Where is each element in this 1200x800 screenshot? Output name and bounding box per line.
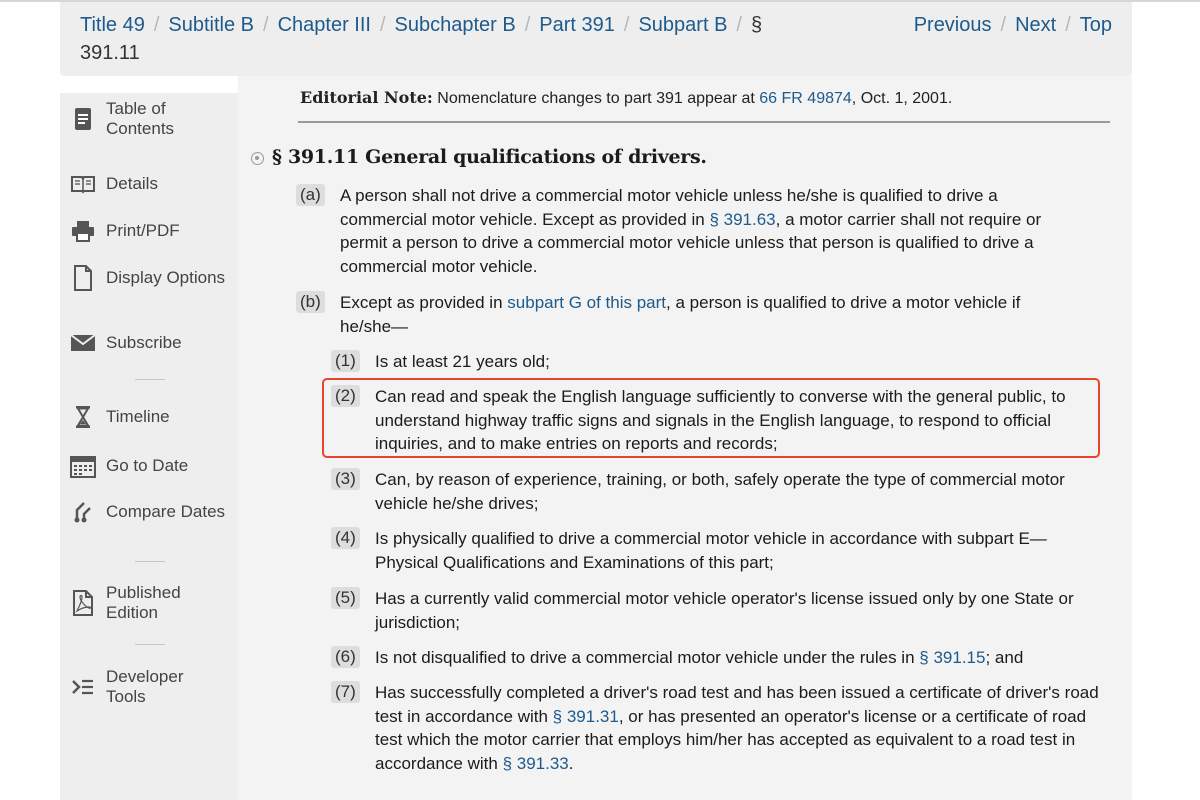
section-title: § 391.11 General qualifications of drive… xyxy=(272,146,707,168)
sidebar-item-display-options[interactable]: Display Options xyxy=(70,265,226,291)
breadcrumb-separator: / xyxy=(736,14,742,36)
section-navigation: Previous / Next / Top xyxy=(914,11,1112,39)
pdf-file-icon xyxy=(70,590,96,616)
table-of-contents-icon xyxy=(70,106,96,132)
list-item: (3) Can, by reason of experience, traini… xyxy=(331,468,1081,515)
editorial-note-tail: , Oct. 1, 2001. xyxy=(851,90,953,107)
paragraph-number: (3) xyxy=(331,468,360,490)
paragraph-text: Is at least 21 years old; xyxy=(375,352,550,371)
previous-link[interactable]: Previous xyxy=(914,14,992,36)
printer-icon xyxy=(70,218,96,244)
sidebar-item-print-pdf[interactable]: Print/PDF xyxy=(70,218,226,244)
document-icon xyxy=(70,265,96,291)
paragraph-text: A person shall not drive a commercial mo… xyxy=(296,184,1076,278)
paragraph-text: Except as provided in subpart G of this … xyxy=(296,291,1076,338)
sidebar-item-label: Display Options xyxy=(106,268,226,287)
editorial-note: Editorial Note: Nomenclature changes to … xyxy=(300,88,1100,108)
sidebar-divider xyxy=(135,379,165,380)
breadcrumb-bar: Title 49 / Subtitle B / Chapter III / Subchapt… xyxy=(60,2,1132,76)
sidebar-item-label: Details xyxy=(106,174,158,193)
paragraph-text-post: ; and xyxy=(985,648,1024,667)
book-open-icon xyxy=(70,171,96,197)
breadcrumb-separator: / xyxy=(623,14,630,36)
breadcrumb-current: 391.11 xyxy=(80,42,140,64)
list-item: (7) Has successfully completed a driver'… xyxy=(331,681,1101,775)
sidebar-item-published-edition[interactable]: Published Edition xyxy=(70,583,226,623)
sidebar-item-label: Developer Tools xyxy=(106,667,184,706)
paragraph-text: Is not disqualified to drive a commercia… xyxy=(331,646,1091,670)
hourglass-icon xyxy=(70,404,96,430)
list-item: (5) Has a currently valid commercial mot… xyxy=(331,587,1081,634)
next-link[interactable]: Next xyxy=(1015,14,1056,36)
sidebar-item-timeline[interactable]: Timeline xyxy=(70,404,226,430)
sidebar-item-details[interactable]: Details xyxy=(70,171,226,197)
sidebar-item-label: Subscribe xyxy=(106,333,182,352)
list-item: (6) Is not disqualified to drive a comme… xyxy=(331,646,1091,670)
sidebar-item-label: Table of Contents xyxy=(106,99,175,138)
sidebar-item-label: Published Edition xyxy=(106,583,181,622)
sidebar-item-table-of-contents[interactable]: Table of Contents xyxy=(70,99,226,139)
breadcrumb-chapter[interactable]: Chapter III xyxy=(278,14,371,36)
subpart-g-link[interactable]: subpart G of this part xyxy=(507,293,666,312)
paragraph-b: (b) Except as provided in subpart G of t… xyxy=(296,291,1076,338)
compare-icon xyxy=(70,499,96,525)
paragraph-text-pre: Is not disqualified to drive a commercia… xyxy=(375,648,915,667)
paragraph-number: (7) xyxy=(331,681,360,703)
top-link[interactable]: Top xyxy=(1080,14,1112,36)
sidebar-item-label: Compare Dates xyxy=(106,502,226,521)
paragraph-a: (a) A person shall not drive a commercia… xyxy=(296,184,1076,278)
breadcrumb-subchapter[interactable]: Subchapter B xyxy=(395,14,516,36)
paragraph-number: (b) xyxy=(296,291,325,313)
editorial-note-label: Editorial Note: xyxy=(300,88,433,107)
breadcrumb-subtitle[interactable]: Subtitle B xyxy=(168,14,254,36)
paragraph-text: Has a currently valid commercial motor v… xyxy=(375,589,1074,632)
editorial-note-link[interactable]: 66 FR 49874 xyxy=(759,90,852,107)
sidebar-item-go-to-date[interactable]: Go to Date xyxy=(70,453,226,479)
sidebar-item-developer-tools[interactable]: Developer Tools xyxy=(70,667,226,707)
sidebar-item-compare-dates[interactable]: Compare Dates xyxy=(70,499,226,525)
paragraph-text-post: . xyxy=(568,753,574,773)
paragraph-number: (4) xyxy=(331,527,360,549)
section-391-15-link[interactable]: § 391.15 xyxy=(919,648,985,667)
calendar-icon xyxy=(70,453,96,479)
paragraph-number: (a) xyxy=(296,184,325,206)
breadcrumb-title[interactable]: Title 49 xyxy=(80,14,145,36)
breadcrumb-part[interactable]: Part 391 xyxy=(539,14,615,36)
section-toggle-icon[interactable] xyxy=(251,152,264,165)
envelope-icon xyxy=(70,330,96,356)
paragraph-text: Has successfully completed a driver's ro… xyxy=(331,681,1101,775)
section-391-33-link[interactable]: § 391.33 xyxy=(503,754,569,773)
section-391-31-link[interactable]: § 391.31 xyxy=(553,707,619,726)
sidebar: Table of Contents Details Print/PDF Disp… xyxy=(60,93,238,800)
breadcrumb-separator: / xyxy=(524,14,531,36)
paragraph-number: (6) xyxy=(331,646,360,668)
breadcrumb-section-symbol: § xyxy=(750,14,763,36)
sidebar-divider xyxy=(135,561,165,562)
list-item: (1) Is at least 21 years old; xyxy=(331,350,1081,374)
section-391-63-link[interactable]: § 391.63 xyxy=(709,210,775,229)
nav-separator: / xyxy=(1000,14,1007,36)
breadcrumb-separator: / xyxy=(263,14,269,36)
breadcrumb-separator: / xyxy=(153,14,160,36)
list-item: (4) Is physically qualified to drive a c… xyxy=(331,527,1081,574)
sidebar-item-label: Go to Date xyxy=(106,456,189,475)
paragraph-text: Is physically qualified to drive a comme… xyxy=(375,529,1047,572)
terminal-icon xyxy=(70,674,96,700)
paragraph-text-pre: Except as provided in xyxy=(340,293,503,312)
breadcrumb-separator: / xyxy=(379,14,386,36)
paragraph-number: (5) xyxy=(331,587,360,609)
editorial-note-text: Nomenclature changes to part 391 appear … xyxy=(437,90,755,107)
paragraph-text: Can, by reason of experience, training, … xyxy=(375,470,1065,513)
sidebar-item-label: Print/PDF xyxy=(106,221,180,240)
editorial-divider xyxy=(298,121,1110,123)
sidebar-item-subscribe[interactable]: Subscribe xyxy=(70,330,226,356)
breadcrumb-subpart[interactable]: Subpart B xyxy=(638,14,727,36)
breadcrumb: Title 49 / Subtitle B / Chapter III / Subchapt… xyxy=(80,11,800,67)
highlight-annotation-box xyxy=(322,378,1100,458)
sidebar-divider xyxy=(135,644,165,645)
nav-separator: / xyxy=(1065,14,1071,36)
sidebar-item-label: Timeline xyxy=(106,407,170,426)
paragraph-number: (1) xyxy=(331,350,360,372)
